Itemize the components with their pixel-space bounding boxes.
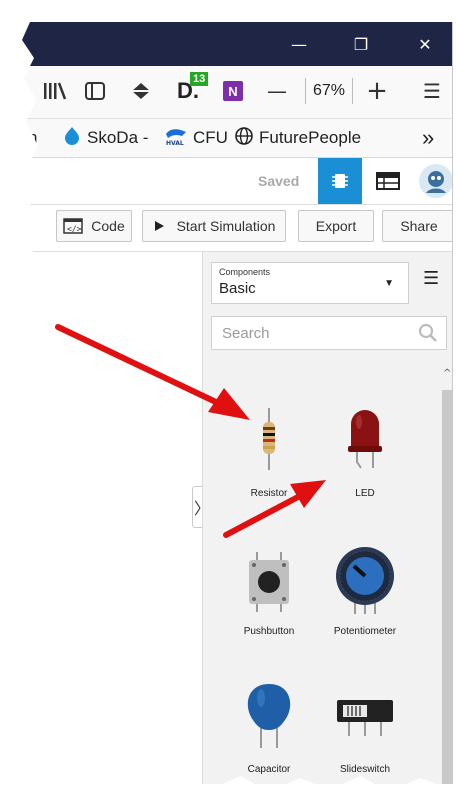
- close-icon: ✕: [418, 34, 432, 54]
- caret-down-icon: ▼: [384, 278, 394, 289]
- restore-button[interactable]: ❐: [338, 22, 384, 66]
- share-label: Share: [400, 218, 438, 234]
- editor-toolbar: </> Code Start Simulation Export Share: [22, 205, 452, 252]
- table-icon: [376, 172, 400, 190]
- schematic-view-button[interactable]: [366, 158, 410, 204]
- code-button[interactable]: </> Code: [56, 210, 132, 242]
- pocket-icon[interactable]: [126, 76, 156, 106]
- components-panel: Components Basic ▼ ☰ Search ^ Resistor L…: [202, 252, 452, 784]
- play-icon: [154, 221, 164, 231]
- potentiometer-label: Potentiometer: [333, 626, 397, 637]
- zoom-in-icon: +: [366, 76, 388, 106]
- export-button[interactable]: Export: [298, 210, 374, 242]
- slideswitch-icon: [337, 700, 393, 736]
- pushbutton-icon: [249, 552, 289, 612]
- bookmark-skoda[interactable]: SkoDa -: [62, 126, 149, 151]
- extension-d-icon[interactable]: D. 13: [168, 72, 209, 106]
- capacitor-label: Capacitor: [247, 764, 291, 775]
- slideswitch-label: Slideswitch: [339, 764, 391, 775]
- component-led[interactable]: LED: [317, 400, 413, 520]
- component-pushbutton[interactable]: Pushbutton: [221, 538, 317, 658]
- user-avatar-icon: [419, 164, 452, 198]
- restore-icon: ❐: [353, 34, 369, 54]
- browser-window: — ❐ ✕ D. 13 N — 67% + ☰ n SkoDa - HVAL C…: [22, 22, 453, 784]
- zoom-level[interactable]: 67%: [305, 78, 353, 104]
- search-placeholder: Search: [222, 325, 270, 342]
- zoom-in-button[interactable]: +: [362, 76, 392, 106]
- bookmarks-overflow-button[interactable]: »: [422, 125, 435, 150]
- code-label: Code: [91, 218, 125, 234]
- resistor-icon: [263, 408, 275, 470]
- avatar[interactable]: [414, 158, 452, 204]
- component-capacitor[interactable]: Capacitor: [221, 676, 317, 784]
- bookmark-skoda-label: SkoDa -: [87, 128, 149, 147]
- components-dropdown[interactable]: Components Basic ▼: [211, 262, 409, 304]
- bookmarks-bar: n SkoDa - HVAL CFU FuturePeople »: [22, 119, 452, 158]
- globe-icon: [234, 126, 254, 151]
- resistor-label: Resistor: [250, 488, 288, 499]
- nav-toolbar: D. 13 N — 67% + ☰: [22, 66, 452, 119]
- list-icon: ☰: [423, 268, 440, 289]
- saved-status: Saved: [258, 173, 300, 189]
- drupal-icon: [62, 126, 82, 151]
- list-view-button[interactable]: ☰: [423, 268, 439, 289]
- component-resistor[interactable]: Resistor: [221, 400, 317, 520]
- circuit-view-button[interactable]: [318, 158, 362, 204]
- chip-icon: [332, 174, 348, 188]
- onenote-icon[interactable]: N: [218, 76, 248, 106]
- zoom-level-label: 67%: [312, 82, 346, 99]
- svg-text:HVAL: HVAL: [166, 140, 184, 146]
- bookmark-cut-label: n: [28, 128, 38, 147]
- components-caption: Components: [219, 267, 271, 277]
- app-header: Saved: [22, 158, 452, 205]
- zoom-out-button[interactable]: —: [262, 76, 292, 106]
- menu-button[interactable]: ☰: [417, 76, 447, 106]
- potentiometer-icon: [336, 547, 394, 614]
- scroll-up-icon[interactable]: ^: [443, 368, 451, 379]
- led-icon: [348, 410, 382, 469]
- library-icon[interactable]: [40, 76, 70, 106]
- bookmark-cfu[interactable]: HVAL CFU: [164, 127, 228, 149]
- sidebar-icon[interactable]: [80, 76, 110, 106]
- component-potentiometer[interactable]: Potentiometer: [317, 538, 413, 658]
- zoom-out-icon: —: [267, 79, 287, 103]
- bookmark-cfu-label: CFU: [193, 128, 228, 147]
- svg-text:</>: </>: [67, 225, 82, 234]
- scrollbar-thumb[interactable]: [442, 390, 452, 784]
- start-simulation-label: Start Simulation: [176, 218, 276, 234]
- pushbutton-label: Pushbutton: [243, 626, 295, 637]
- start-simulation-button[interactable]: Start Simulation: [142, 210, 286, 242]
- hamburger-icon: ☰: [423, 79, 441, 103]
- components-value: Basic: [219, 280, 256, 297]
- minimize-button[interactable]: —: [276, 22, 322, 66]
- hval-icon: HVAL: [164, 126, 188, 151]
- bookmark-futurepeople-label: FuturePeople: [259, 128, 362, 147]
- search-icon: [418, 323, 438, 348]
- bookmark-futurepeople[interactable]: FuturePeople: [234, 126, 362, 151]
- workplane-canvas[interactable]: [22, 252, 202, 784]
- close-window-button[interactable]: ✕: [402, 22, 448, 66]
- code-icon: </>: [63, 218, 84, 234]
- onenote-label: N: [223, 81, 243, 101]
- capacitor-icon: [247, 684, 291, 748]
- led-label: LED: [355, 488, 375, 499]
- share-button[interactable]: Share: [382, 210, 452, 242]
- minimize-icon: —: [291, 34, 307, 54]
- extension-badge: 13: [190, 72, 209, 86]
- search-input[interactable]: Search: [211, 316, 447, 350]
- chevrons-right-icon: »: [422, 125, 435, 150]
- component-slideswitch[interactable]: Slideswitch: [317, 676, 413, 784]
- title-bar: — ❐ ✕: [22, 22, 452, 66]
- export-label: Export: [315, 218, 357, 234]
- bookmark-cut[interactable]: n: [28, 127, 37, 149]
